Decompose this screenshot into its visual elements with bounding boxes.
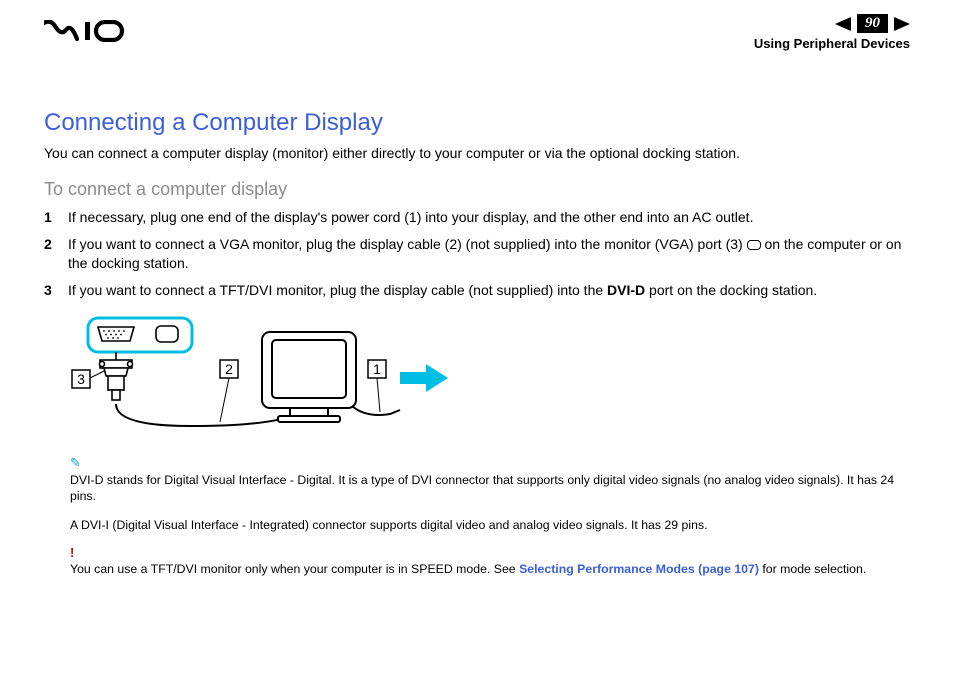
step-1: 1 If necessary, plug one end of the disp…: [44, 208, 910, 227]
steps-list: 1 If necessary, plug one end of the disp…: [44, 208, 910, 300]
callout-2: 2: [225, 361, 233, 377]
vaio-logo: [44, 20, 140, 47]
page-header: 90 Using Peripheral Devices: [44, 14, 910, 51]
connection-diagram: 3 2: [70, 314, 910, 439]
subheading: To connect a computer display: [44, 179, 910, 200]
step-3: 3 If you want to connect a TFT/DVI monit…: [44, 281, 910, 300]
note-dvid: DVI-D stands for Digital Visual Interfac…: [70, 472, 910, 505]
step-text: If necessary, plug one end of the displa…: [68, 208, 910, 227]
page-number: 90: [857, 14, 888, 33]
step-number: 1: [44, 208, 68, 227]
callout-1: 1: [373, 361, 381, 377]
intro-text: You can connect a computer display (moni…: [44, 145, 910, 161]
warning-icon: !: [70, 545, 910, 560]
section-label: Using Peripheral Devices: [754, 36, 910, 51]
next-page-arrow[interactable]: [894, 17, 910, 31]
page-title: Connecting a Computer Display: [44, 109, 910, 137]
step-text: If you want to connect a VGA monitor, pl…: [68, 235, 910, 273]
performance-modes-link[interactable]: Selecting Performance Modes (page 107): [519, 562, 759, 576]
prev-page-arrow[interactable]: [835, 17, 851, 31]
step-number: 3: [44, 281, 68, 300]
step-text: If you want to connect a TFT/DVI monitor…: [68, 281, 910, 300]
step-number: 2: [44, 235, 68, 273]
step-2: 2 If you want to connect a VGA monitor, …: [44, 235, 910, 273]
pencil-note-icon: ✎: [70, 455, 910, 471]
vga-port-icon: [747, 240, 761, 250]
note-dvii: A DVI-I (Digital Visual Interface - Inte…: [70, 517, 910, 534]
warning-text: You can use a TFT/DVI monitor only when …: [70, 561, 910, 578]
callout-3: 3: [77, 371, 85, 387]
